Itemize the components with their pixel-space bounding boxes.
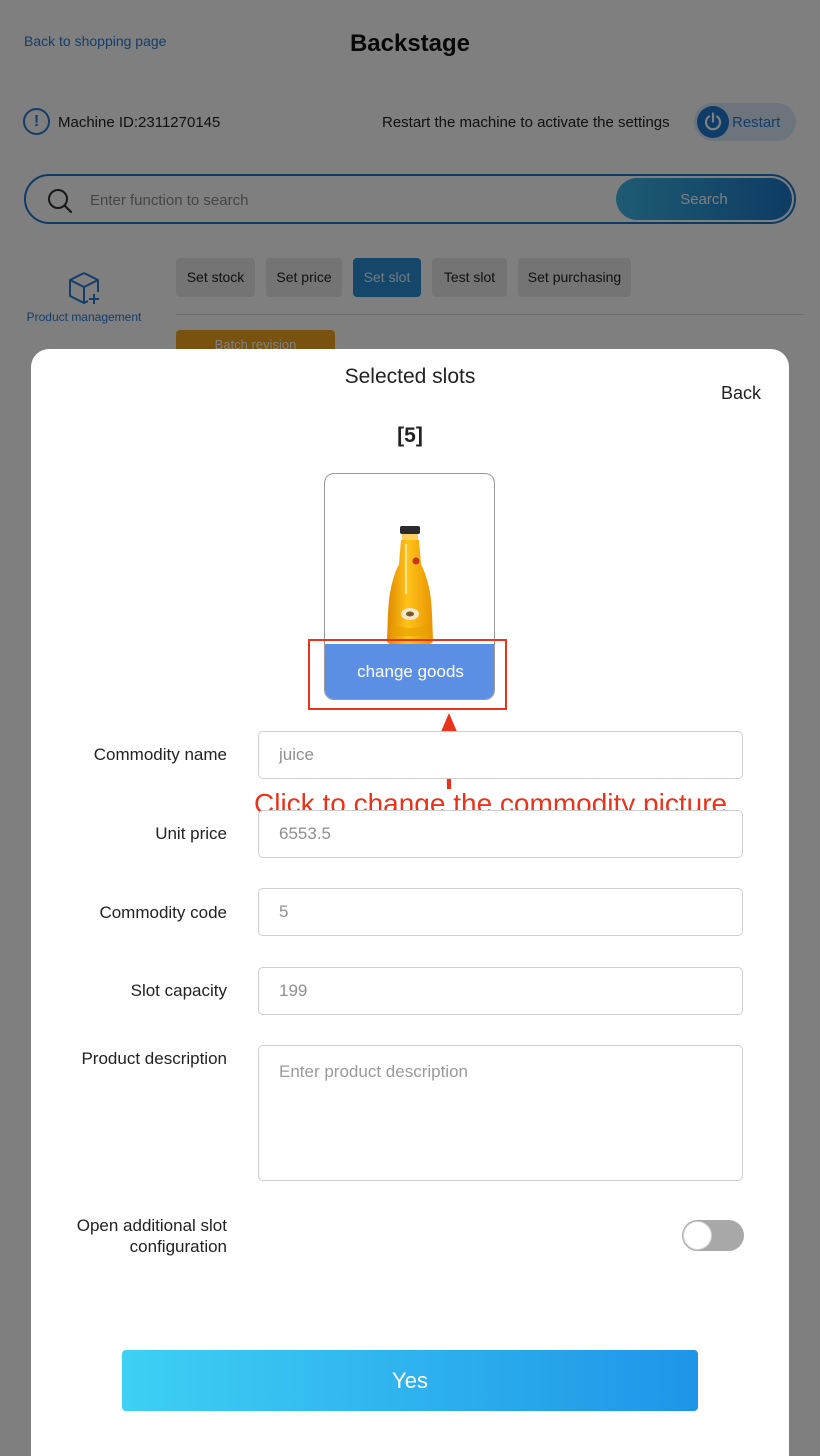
slot-capacity-input[interactable] xyxy=(258,967,743,1015)
commodity-code-label: Commodity code xyxy=(99,903,227,922)
product-description-input[interactable] xyxy=(258,1045,743,1181)
slot-capacity-label: Slot capacity xyxy=(130,981,227,1000)
yes-button[interactable]: Yes xyxy=(122,1350,698,1411)
additional-slot-toggle[interactable] xyxy=(682,1220,744,1251)
additional-slot-label-line1: Open additional slot xyxy=(76,1216,227,1235)
additional-slot-label-line2: configuration xyxy=(129,1237,227,1256)
toggle-knob xyxy=(683,1221,712,1250)
commodity-name-input[interactable] xyxy=(258,731,743,779)
additional-slot-label: Open additional slot configuration xyxy=(31,1215,227,1257)
unit-price-label: Unit price xyxy=(155,824,227,843)
unit-price-input[interactable] xyxy=(258,810,743,858)
dialog-back-button[interactable]: Back xyxy=(721,383,761,404)
slot-number: [5] xyxy=(397,424,423,447)
annotation-highlight-box xyxy=(308,639,507,710)
dialog-title: Selected slots xyxy=(344,365,476,388)
selected-slots-dialog: Selected slots Back [5] change goods Cli… xyxy=(31,349,789,1456)
juice-bottle-image xyxy=(387,526,433,644)
commodity-code-input[interactable] xyxy=(258,888,743,936)
product-description-label: Product description xyxy=(81,1049,227,1068)
commodity-name-label: Commodity name xyxy=(93,745,227,764)
